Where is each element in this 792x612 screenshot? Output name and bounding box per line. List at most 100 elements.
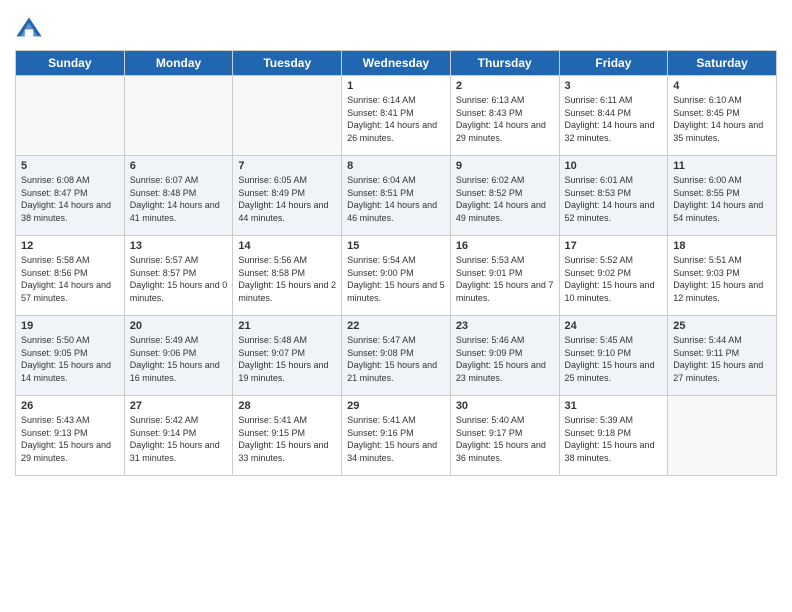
calendar-cell: 25 Sunrise: 5:44 AMSunset: 9:11 PMDayligh… xyxy=(668,316,777,396)
day-info: Sunrise: 6:05 AMSunset: 8:49 PMDaylight:… xyxy=(238,174,336,224)
day-info: Sunrise: 5:42 AMSunset: 9:14 PMDaylight:… xyxy=(130,414,228,464)
calendar-cell: 29 Sunrise: 5:41 AMSunset: 9:16 PMDayligh… xyxy=(342,396,451,476)
day-number: 20 xyxy=(130,320,228,332)
calendar-cell: 16Sunrise: 5:53 AMSunset: 9:01 PMDayligh… xyxy=(450,236,559,316)
calendar-cell: 13 Sunrise: 5:57 AMSunset: 8:57 PMDayligh… xyxy=(124,236,233,316)
col-header-thursday: Thursday xyxy=(450,51,559,76)
day-number: 11 xyxy=(673,160,771,172)
day-number: 5 xyxy=(21,160,119,172)
day-number: 15 xyxy=(347,240,445,252)
calendar-cell: 10Sunrise: 6:01 AMSunset: 8:53 PMDayligh… xyxy=(559,156,668,236)
day-number: 12 xyxy=(21,240,119,252)
day-info: Sunrise: 6:10 AMSunset: 8:45 PMDaylight:… xyxy=(673,94,771,144)
day-info: Sunrise: 5:45 AMSunset: 9:10 PMDaylight:… xyxy=(565,334,663,384)
day-info: Sunrise: 5:40 AMSunset: 9:17 PMDaylight:… xyxy=(456,414,554,464)
calendar-cell: 22Sunrise: 5:47 AMSunset: 9:08 PMDayligh… xyxy=(342,316,451,396)
day-info: Sunrise: 6:07 AMSunset: 8:48 PMDaylight:… xyxy=(130,174,228,224)
day-number: 23 xyxy=(456,320,554,332)
day-number: 13 xyxy=(130,240,228,252)
calendar-cell: 26 Sunrise: 5:43 AMSunset: 9:13 PMDayligh… xyxy=(16,396,125,476)
day-info: Sunrise: 6:04 AMSunset: 8:51 PMDaylight:… xyxy=(347,174,445,224)
day-number: 26 xyxy=(21,400,119,412)
day-number: 9 xyxy=(456,160,554,172)
calendar-cell: 7 Sunrise: 6:05 AMSunset: 8:49 PMDaylight… xyxy=(233,156,342,236)
day-info: Sunrise: 5:41 AMSunset: 9:15 PMDaylight:… xyxy=(238,414,336,464)
calendar-header-row: SundayMondayTuesdayWednesdayThursdayFrid… xyxy=(16,51,777,76)
page: SundayMondayTuesdayWednesdayThursdayFrid… xyxy=(0,0,792,612)
calendar-cell: 17 Sunrise: 5:52 AMSunset: 9:02 PMDayligh… xyxy=(559,236,668,316)
calendar-cell: 1 Sunrise: 6:14 AMSunset: 8:41 PMDaylight… xyxy=(342,76,451,156)
day-number: 22 xyxy=(347,320,445,332)
calendar-cell xyxy=(233,76,342,156)
day-number: 17 xyxy=(565,240,663,252)
calendar-cell: 20 Sunrise: 5:49 AMSunset: 9:06 PMDayligh… xyxy=(124,316,233,396)
calendar-cell: 31Sunrise: 5:39 AMSunset: 9:18 PMDayligh… xyxy=(559,396,668,476)
calendar-cell: 23 Sunrise: 5:46 AMSunset: 9:09 PMDayligh… xyxy=(450,316,559,396)
calendar-cell: 9 Sunrise: 6:02 AMSunset: 8:52 PMDaylight… xyxy=(450,156,559,236)
day-number: 24 xyxy=(565,320,663,332)
calendar-week-1: 1 Sunrise: 6:14 AMSunset: 8:41 PMDaylight… xyxy=(16,76,777,156)
calendar-cell: 12 Sunrise: 5:58 AMSunset: 8:56 PMDayligh… xyxy=(16,236,125,316)
day-info: Sunrise: 6:01 AMSunset: 8:53 PMDaylight:… xyxy=(565,174,663,224)
day-info: Sunrise: 5:44 AMSunset: 9:11 PMDaylight:… xyxy=(673,334,771,384)
calendar-cell: 27 Sunrise: 5:42 AMSunset: 9:14 PMDayligh… xyxy=(124,396,233,476)
day-info: Sunrise: 5:46 AMSunset: 9:09 PMDaylight:… xyxy=(456,334,554,384)
calendar-cell xyxy=(16,76,125,156)
calendar-week-3: 12 Sunrise: 5:58 AMSunset: 8:56 PMDayligh… xyxy=(16,236,777,316)
calendar-cell: 30 Sunrise: 5:40 AMSunset: 9:17 PMDayligh… xyxy=(450,396,559,476)
calendar-cell: 2Sunrise: 6:13 AMSunset: 8:43 PMDaylight… xyxy=(450,76,559,156)
calendar-week-4: 19 Sunrise: 5:50 AMSunset: 9:05 PMDayligh… xyxy=(16,316,777,396)
calendar-cell xyxy=(124,76,233,156)
day-info: Sunrise: 6:00 AMSunset: 8:55 PMDaylight:… xyxy=(673,174,771,224)
day-info: Sunrise: 6:11 AMSunset: 8:44 PMDaylight:… xyxy=(565,94,663,144)
day-info: Sunrise: 5:58 AMSunset: 8:56 PMDaylight:… xyxy=(21,254,119,304)
day-number: 21 xyxy=(238,320,336,332)
day-number: 30 xyxy=(456,400,554,412)
header xyxy=(15,10,777,42)
day-info: Sunrise: 5:43 AMSunset: 9:13 PMDaylight:… xyxy=(21,414,119,464)
calendar-cell: 11 Sunrise: 6:00 AMSunset: 8:55 PMDayligh… xyxy=(668,156,777,236)
calendar-cell: 4 Sunrise: 6:10 AMSunset: 8:45 PMDaylight… xyxy=(668,76,777,156)
day-info: Sunrise: 5:57 AMSunset: 8:57 PMDaylight:… xyxy=(130,254,228,304)
day-info: Sunrise: 5:52 AMSunset: 9:02 PMDaylight:… xyxy=(565,254,663,304)
day-info: Sunrise: 5:50 AMSunset: 9:05 PMDaylight:… xyxy=(21,334,119,384)
calendar-cell: 18Sunrise: 5:51 AMSunset: 9:03 PMDayligh… xyxy=(668,236,777,316)
day-info: Sunrise: 5:41 AMSunset: 9:16 PMDaylight:… xyxy=(347,414,445,464)
calendar-cell: 5 Sunrise: 6:08 AMSunset: 8:47 PMDaylight… xyxy=(16,156,125,236)
calendar-cell: 14 Sunrise: 5:56 AMSunset: 8:58 PMDayligh… xyxy=(233,236,342,316)
day-number: 28 xyxy=(238,400,336,412)
day-number: 19 xyxy=(21,320,119,332)
calendar-week-2: 5 Sunrise: 6:08 AMSunset: 8:47 PMDaylight… xyxy=(16,156,777,236)
day-info: Sunrise: 5:53 AMSunset: 9:01 PMDaylight:… xyxy=(456,254,554,304)
day-info: Sunrise: 5:49 AMSunset: 9:06 PMDaylight:… xyxy=(130,334,228,384)
logo xyxy=(15,14,47,42)
calendar-cell: 8Sunrise: 6:04 AMSunset: 8:51 PMDaylight… xyxy=(342,156,451,236)
col-header-friday: Friday xyxy=(559,51,668,76)
day-number: 6 xyxy=(130,160,228,172)
day-info: Sunrise: 5:56 AMSunset: 8:58 PMDaylight:… xyxy=(238,254,336,304)
day-number: 1 xyxy=(347,80,445,92)
day-number: 29 xyxy=(347,400,445,412)
day-number: 2 xyxy=(456,80,554,92)
day-number: 7 xyxy=(238,160,336,172)
day-number: 14 xyxy=(238,240,336,252)
day-number: 27 xyxy=(130,400,228,412)
col-header-sunday: Sunday xyxy=(16,51,125,76)
day-info: Sunrise: 5:48 AMSunset: 9:07 PMDaylight:… xyxy=(238,334,336,384)
calendar-cell: 6 Sunrise: 6:07 AMSunset: 8:48 PMDaylight… xyxy=(124,156,233,236)
calendar-cell: 3Sunrise: 6:11 AMSunset: 8:44 PMDaylight… xyxy=(559,76,668,156)
col-header-saturday: Saturday xyxy=(668,51,777,76)
calendar-cell: 28 Sunrise: 5:41 AMSunset: 9:15 PMDayligh… xyxy=(233,396,342,476)
calendar: SundayMondayTuesdayWednesdayThursdayFrid… xyxy=(15,50,777,476)
day-number: 4 xyxy=(673,80,771,92)
logo-icon xyxy=(15,14,43,42)
calendar-cell: 21 Sunrise: 5:48 AMSunset: 9:07 PMDayligh… xyxy=(233,316,342,396)
day-info: Sunrise: 6:08 AMSunset: 8:47 PMDaylight:… xyxy=(21,174,119,224)
day-info: Sunrise: 6:02 AMSunset: 8:52 PMDaylight:… xyxy=(456,174,554,224)
calendar-cell: 19 Sunrise: 5:50 AMSunset: 9:05 PMDayligh… xyxy=(16,316,125,396)
day-info: Sunrise: 5:39 AMSunset: 9:18 PMDaylight:… xyxy=(565,414,663,464)
day-info: Sunrise: 6:14 AMSunset: 8:41 PMDaylight:… xyxy=(347,94,445,144)
calendar-week-5: 26 Sunrise: 5:43 AMSunset: 9:13 PMDayligh… xyxy=(16,396,777,476)
day-number: 25 xyxy=(673,320,771,332)
col-header-monday: Monday xyxy=(124,51,233,76)
